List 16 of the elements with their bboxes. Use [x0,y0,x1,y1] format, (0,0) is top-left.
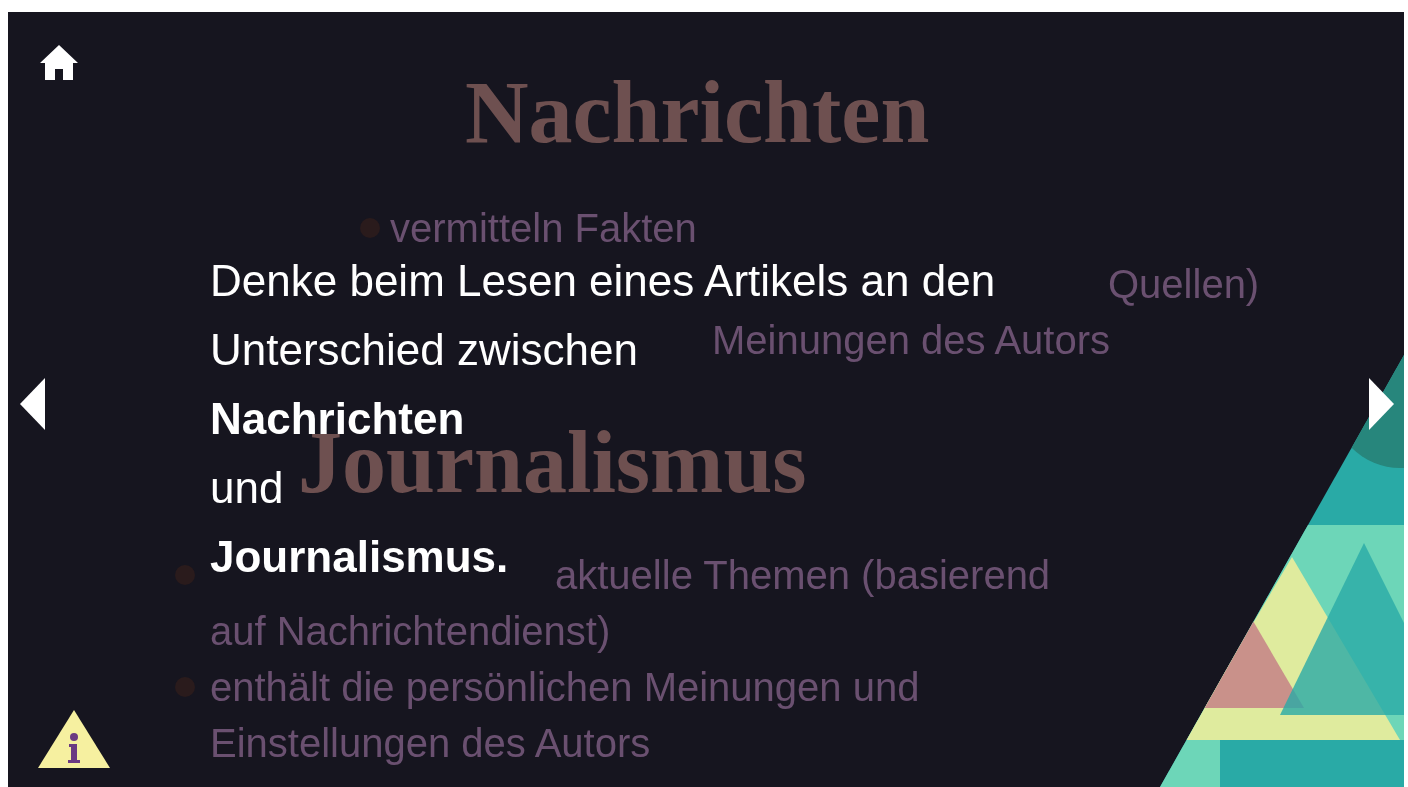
message-line: und [210,462,284,514]
message-line: Unterschied zwischen [210,324,638,376]
message-line: Journalismus. [210,531,509,583]
bullet-text: enthält die persönlichen Meinungen und [210,664,920,710]
bullet-text: aktuelle Themen (basierend [555,552,1051,598]
slide-heading: Nachrichten [465,62,930,163]
next-arrow-icon[interactable] [1369,378,1394,430]
bullet-text: Quellen) [1108,261,1260,307]
info-icon[interactable] [38,710,110,768]
bullet-text: auf Nachrichtendienst) [210,608,611,654]
bullet-text: vermitteln Fakten [390,205,697,251]
bullet-text: Meinungen des Autors [712,317,1111,363]
home-icon[interactable] [40,45,78,80]
previous-arrow-icon[interactable] [20,378,45,430]
message-line: Denke beim Lesen eines Artikels an den [210,255,996,307]
bullet-text: Einstellungen des Autors [210,720,651,766]
